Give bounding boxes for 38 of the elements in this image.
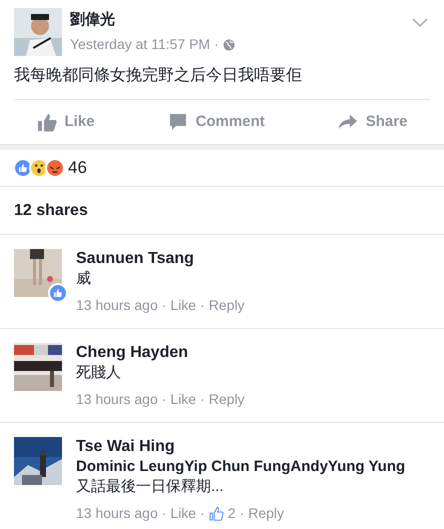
separator-dot: · [200,504,205,523]
commenter-name[interactable]: Tse Wai Hing [76,437,406,457]
comment-text: Dominic LeungYip Chun FungAndyYung Yung又話最後一日保釋期... [76,457,406,497]
comment-time: 13 hours ago [76,390,158,409]
separator-dot: · [200,296,205,315]
globe-icon [222,38,235,50]
comment-time: 13 hours ago [76,504,158,523]
post-text: 我每晚都同條女挽完野之后今日我唔要佢 [13,66,303,86]
reply-link[interactable]: Reply [248,503,284,524]
separator-dot: · [162,296,166,315]
commenter-name[interactable]: Saunuen Tsang [76,249,406,269]
separator-dot: · [200,390,205,409]
comment-time: 13 hours ago [76,296,158,315]
angry-reaction-icon [45,158,65,178]
like-button[interactable]: Like [36,110,95,134]
like-count: 2 [228,504,236,523]
chevron-down-icon[interactable] [412,18,428,28]
separator-dot: · [240,504,244,523]
like-link[interactable]: Like [170,503,196,524]
separator-dot: · [214,35,219,54]
author-name[interactable]: 劉偉光 [70,10,412,30]
separator-dot: · [162,504,166,523]
thumbs-up-icon [208,506,224,521]
comment-text: 威 [76,269,92,289]
post-time: Yesterday at 11:57 PM [70,35,210,54]
comment-icon [168,112,188,132]
reply-link[interactable]: Reply [208,389,245,410]
commenter-name[interactable]: Cheng Hayden [76,343,406,363]
reply-link[interactable]: Reply [208,295,245,316]
shares-count[interactable]: 12 shares [0,187,444,234]
thumbs-up-icon [36,112,57,132]
like-link[interactable]: Like [170,389,196,410]
comment-button[interactable]: Comment [168,110,265,134]
like-link[interactable]: Like [170,295,196,316]
comment-text: 死賤人 [76,363,122,383]
share-button[interactable]: Share [338,110,408,134]
separator-dot: · [162,390,166,409]
reaction-count[interactable]: 46 [68,155,87,181]
